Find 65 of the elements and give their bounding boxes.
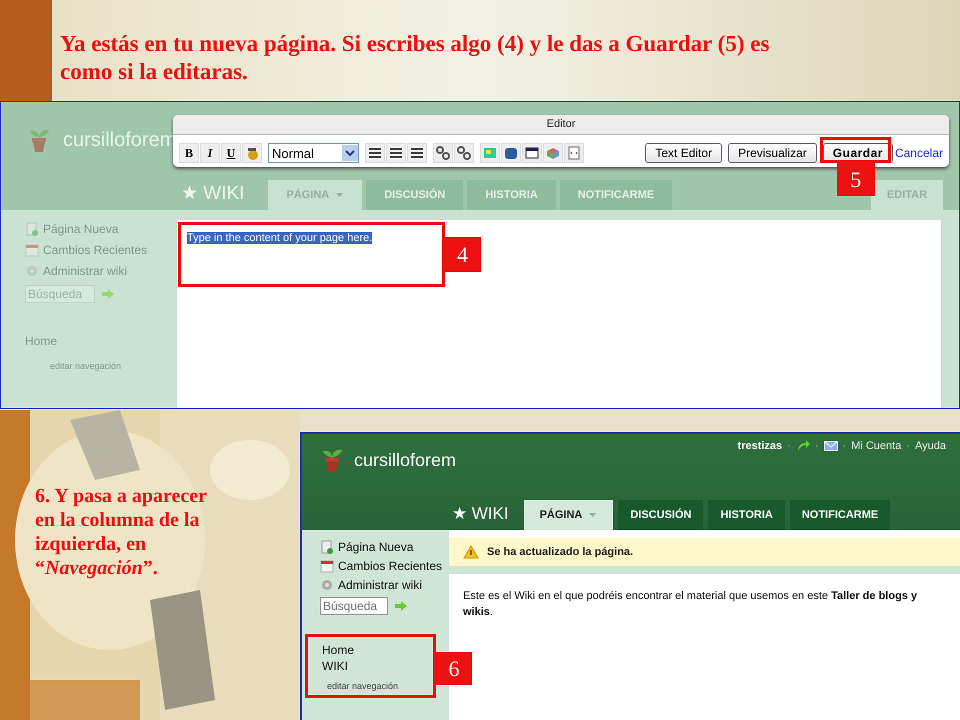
alert-message: Se ha actualizado la página.: [487, 546, 634, 558]
header-link[interactable]: Ayuda: [915, 440, 946, 452]
page-icon: [25, 222, 39, 236]
nav-link[interactable]: Home: [322, 643, 423, 657]
toolbar-button[interactable]: [433, 143, 453, 163]
calendar-icon: [320, 559, 334, 573]
video-icon: [504, 146, 518, 160]
warning-icon: [463, 545, 479, 559]
text-color-button[interactable]: [242, 143, 262, 163]
sidebar-link[interactable]: Página Nueva: [338, 540, 414, 554]
gear-icon: [25, 264, 39, 278]
toolbar-button[interactable]: [522, 143, 542, 163]
go-arrow-icon: [101, 288, 115, 300]
dialog-title: Editor: [173, 115, 949, 135]
username-link[interactable]: trestizas: [738, 440, 782, 452]
slide-note: 6. Y pasa a aparecer en la columna de la izquierda, en “Navegación”.: [35, 484, 208, 580]
dialog-button[interactable]: Text Editor: [645, 143, 722, 163]
table-icon: [525, 146, 539, 160]
bullet-list-icon: [389, 146, 403, 160]
tab[interactable]: NOTIFICARME: [790, 500, 890, 530]
format-select[interactable]: Normal: [268, 143, 359, 163]
separator-dot: ·: [906, 440, 910, 452]
callout-number: 6: [436, 652, 472, 685]
tab[interactable]: PÁGINA: [524, 500, 614, 530]
search-field[interactable]: Búsqueda: [320, 597, 388, 615]
cancel-link[interactable]: Cancelar: [894, 146, 943, 160]
format-button[interactable]: U: [221, 143, 241, 163]
site-name: cursilloforem: [354, 450, 456, 470]
calendar-icon: [25, 243, 39, 257]
widget-icon: [546, 146, 560, 160]
toolbar-button[interactable]: [407, 143, 427, 163]
edit-navigation-link[interactable]: editar navegación: [322, 681, 423, 691]
format-button[interactable]: B: [179, 143, 199, 163]
sidebar-link[interactable]: Administrar wiki: [338, 578, 422, 592]
highlight-frame: [820, 137, 891, 163]
toolbar-button[interactable]: [386, 143, 406, 163]
envelope-icon: [824, 441, 838, 451]
tab[interactable]: DISCUSIÓN: [618, 500, 704, 530]
curved-arrow-icon: [796, 440, 810, 452]
paint-icon: [245, 146, 259, 160]
wiki-label: ★ WIKI: [452, 503, 510, 525]
wiki-label: ★ WIKI: [181, 182, 246, 206]
code-icon: [567, 146, 581, 160]
page-icon: [320, 540, 334, 554]
gear-icon: [320, 578, 334, 592]
toolbar-button[interactable]: [454, 143, 474, 163]
separator-dot: ·: [787, 440, 791, 452]
header-link[interactable]: Mi Cuenta: [851, 440, 902, 452]
toolbar-button[interactable]: [365, 143, 385, 163]
format-button[interactable]: I: [200, 143, 220, 163]
callout-number: 5: [836, 163, 875, 196]
search-field[interactable]: Búsqueda: [25, 285, 95, 303]
link-icon: [436, 146, 450, 160]
separator-dot: ·: [842, 440, 846, 452]
callout-number: 4: [444, 237, 481, 272]
image-icon: [483, 146, 497, 160]
slide-caption: Ya estás en tu nueva página. Si escribes algo (4) y le das a Guardar (5) es como si la editaras.: [60, 30, 770, 86]
page-text: Este es el Wiki en el que podréis encontrar el material que usemos en este Taller de blogs y wikis.: [463, 589, 918, 620]
dialog-button[interactable]: Previsualizar: [728, 143, 817, 163]
sidebar-link[interactable]: Cambios Recientes: [338, 559, 442, 573]
nav-link[interactable]: WIKI: [322, 659, 423, 673]
separator-dot: ·: [814, 440, 819, 452]
go-arrow-icon: [394, 600, 408, 612]
editor-text: Type in the content of your page here.: [187, 232, 372, 244]
tab[interactable]: HISTORIA: [708, 500, 785, 530]
